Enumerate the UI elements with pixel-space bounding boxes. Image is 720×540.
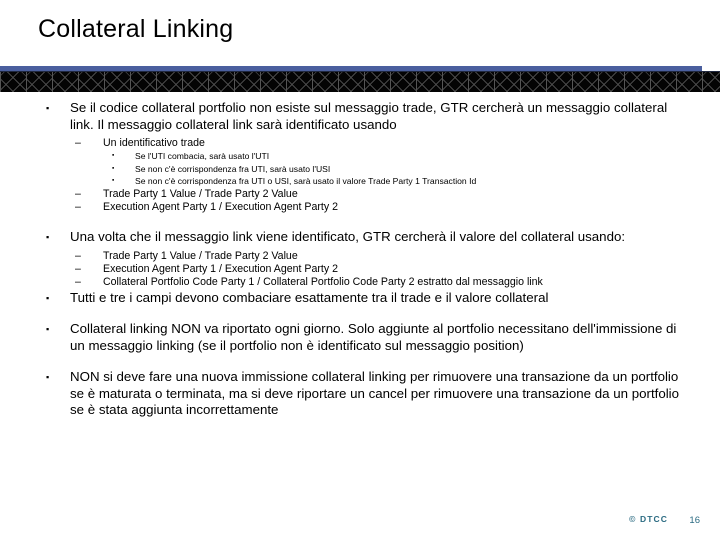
bullet-level3: ▪ Se non c'è corrispondenza fra UTI o US… [0,175,720,188]
bullet-text: Execution Agent Party 1 / Execution Agen… [103,263,338,276]
bullet-level2: – Collateral Portfolio Code Party 1 / Co… [0,276,720,289]
bullet-marker-level3: ▪ [112,164,115,172]
bullet-marker-level2: – [75,249,81,262]
bullet-marker-level1: ▪ [46,292,50,303]
band-black-stripe [0,71,720,92]
bullet-text: Se non c'è corrispondenza fra UTI, sarà … [135,163,331,174]
bullet-level2: – Un identificativo trade [0,137,720,150]
bullet-level1: ▪ Collateral linking NON va riportato og… [0,321,720,354]
bullet-marker-level1: ▪ [46,103,50,113]
bullet-text: Execution Agent Party 1 / Execution Agen… [103,201,338,214]
bullet-text: NON si deve fare una nuova immissione co… [70,369,680,417]
slide-content: ▪ Se il codice collateral portfolio non … [0,100,720,419]
bullet-level1: ▪ Se il codice collateral portfolio non … [0,100,720,133]
bullet-marker-level2: – [75,263,81,276]
slide-footer: © DTCC 16 [0,500,720,540]
page-number: 16 [689,515,700,526]
bullet-marker-level2: – [75,187,81,200]
bullet-level2: – Execution Agent Party 1 / Execution Ag… [0,263,720,276]
bullet-text: Una volta che il messaggio link viene id… [70,229,626,245]
bullet-text: Trade Party 1 Value / Trade Party 2 Valu… [103,249,298,262]
bullet-text: Un identificativo trade [103,137,205,149]
bullet-text: Se l'UTI combacia, sarà usato l'UTI [135,151,270,162]
bullet-level3: ▪ Se l'UTI combacia, sarà usato l'UTI [0,150,720,163]
bullet-marker-level1: ▪ [46,372,50,382]
bullet-level1: ▪ Tutti e tre i campi devono combaciare … [0,290,720,307]
decorative-band [0,66,720,92]
bullet-marker-level3: ▪ [112,177,115,185]
bullet-text: Tutti e tre i campi devono combaciare es… [70,289,549,305]
bullet-marker-level1: ▪ [46,324,50,334]
bullet-level2: – Execution Agent Party 1 / Execution Ag… [0,201,720,214]
band-divider-line [0,71,720,72]
bullet-level3: ▪ Se non c'è corrispondenza fra UTI, sar… [0,163,720,176]
band-corner-notch [702,66,720,71]
bullet-level2: – Trade Party 1 Value / Trade Party 2 Va… [0,188,720,201]
bullet-text: Collateral linking NON va riportato ogni… [70,321,677,353]
bullet-text: Trade Party 1 Value / Trade Party 2 Valu… [103,187,298,200]
bullet-marker-level2: – [75,137,81,149]
bullet-level1: ▪ NON si deve fare una nuova immissione … [0,369,720,419]
bullet-marker-level2: – [75,276,81,289]
page-title: Collateral Linking [38,15,234,43]
bullet-level2: – Trade Party 1 Value / Trade Party 2 Va… [0,250,720,263]
bullet-text: Collateral Portfolio Code Party 1 / Coll… [103,276,543,289]
bullet-level1: ▪ Una volta che il messaggio link viene … [0,229,720,246]
dtcc-logo: © DTCC [629,514,668,524]
bullet-text: Se il codice collateral portfolio non es… [70,100,668,132]
bullet-text: Se non c'è corrispondenza fra UTI o USI,… [135,176,477,187]
bullet-marker-level3: ▪ [112,152,115,160]
bullet-marker-level2: – [75,201,81,214]
band-zigzag-pattern [0,71,720,92]
bullet-marker-level1: ▪ [46,232,50,243]
